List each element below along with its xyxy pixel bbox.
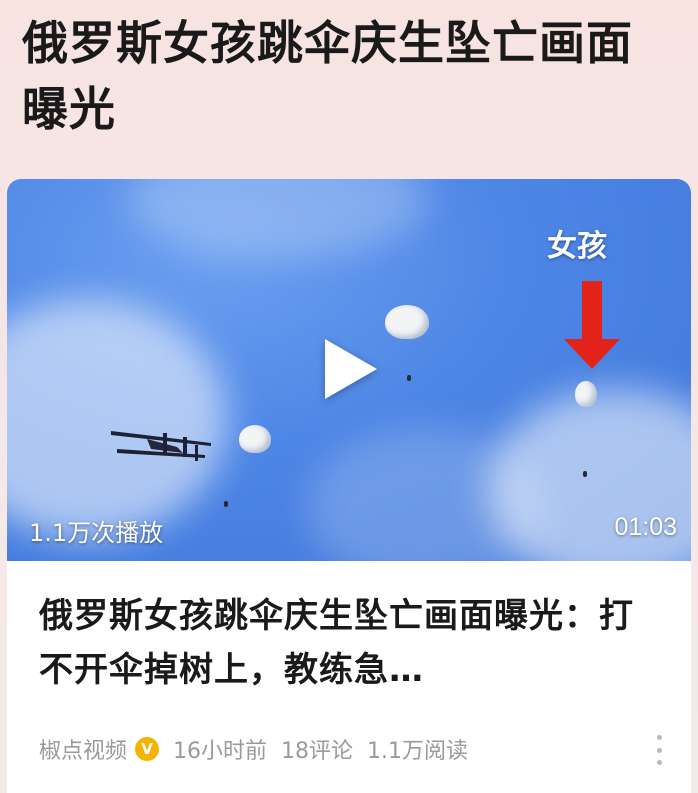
- girl-label: 女孩: [547, 229, 607, 264]
- down-arrow-icon-head: [564, 339, 620, 369]
- source-name[interactable]: 椒点视频: [39, 733, 127, 765]
- comment-count: 18评论: [281, 739, 354, 764]
- v-badge-icon: V: [135, 737, 160, 761]
- parachutist: [224, 501, 228, 507]
- down-arrow-icon: [582, 281, 602, 343]
- parachute-canopy: [239, 425, 271, 453]
- parachute-canopy: [385, 305, 429, 339]
- more-vertical-icon[interactable]: [657, 735, 663, 765]
- cloud: [127, 179, 427, 259]
- read-count: 1.1万阅读: [367, 739, 469, 764]
- page-headline: 俄罗斯女孩跳伞庆生坠亡画面曝光: [22, 16, 633, 136]
- play-icon[interactable]: [325, 339, 377, 399]
- article-title[interactable]: 俄罗斯女孩跳伞庆生坠亡画面曝光：打不开伞掉树上，教练急…: [39, 589, 663, 697]
- video-duration: 01:03: [614, 513, 677, 541]
- parachute-canopy: [575, 381, 597, 407]
- parachutist: [407, 375, 411, 381]
- video-player[interactable]: 女孩 1.1万次播放 01:03: [7, 179, 691, 561]
- article-meta: 椒点视频 V 16小时前 18评论 1.1万阅读: [39, 734, 482, 764]
- publish-time: 16小时前: [173, 739, 268, 764]
- view-count: 1.1万次播放: [29, 519, 164, 547]
- news-card[interactable]: 女孩 1.1万次播放 01:03 俄罗斯女孩跳伞庆生坠亡画面曝光：打不开伞掉树上…: [7, 179, 691, 793]
- biplane-icon: [111, 431, 211, 461]
- parachutist: [583, 471, 587, 477]
